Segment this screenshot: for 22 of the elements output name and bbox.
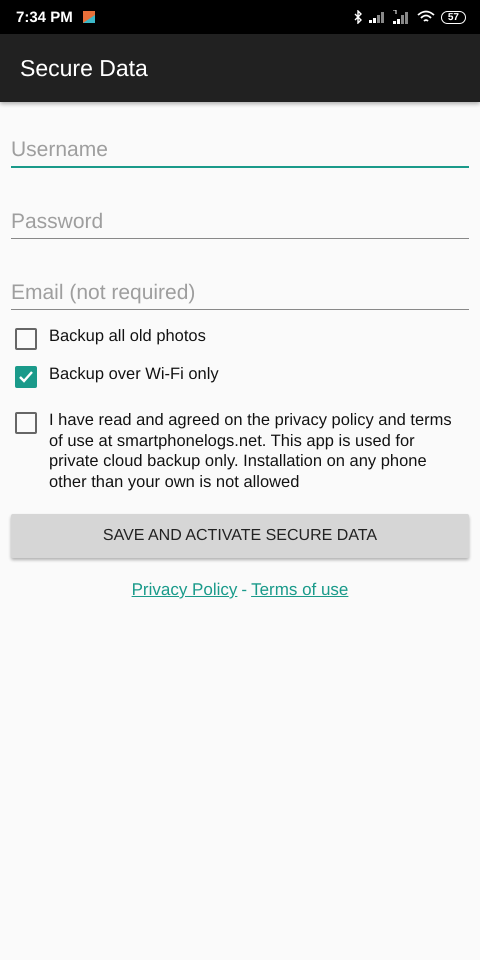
app-notification-icon [82,11,95,23]
link-separator: - [241,580,248,600]
checkbox[interactable] [15,412,37,434]
battery-level: 57 [440,10,466,24]
checkbox-label: Backup over Wi-Fi only [49,364,220,384]
save-button[interactable]: SAVE AND ACTIVATE SECURE DATA [11,514,469,558]
terms-of-use-link[interactable]: Terms of use [251,580,348,600]
status-time: 7:34 PM [16,8,73,26]
checkbox-label: I have read and agreed on the privacy policy and terms of use at smartphonelogs.net. This app is used for private cloud backup only. Installation on any phone other than your own is not allowed [49,410,453,492]
app-title: Secure Data [20,54,148,82]
signal-icon [368,11,387,23]
wifi-icon [416,10,435,24]
input-field[interactable]: Email (not required) [11,277,469,310]
input-field[interactable]: Password [11,206,469,239]
check-icon [18,370,34,384]
input-field[interactable]: Username [11,134,469,168]
signal-icon [392,10,411,24]
checkbox[interactable] [15,366,37,388]
checkbox[interactable] [15,328,37,350]
checkbox-label: Backup all old photos [49,326,207,346]
bluetooth-icon [354,10,363,24]
privacy-policy-link[interactable]: Privacy Policy [132,580,238,600]
